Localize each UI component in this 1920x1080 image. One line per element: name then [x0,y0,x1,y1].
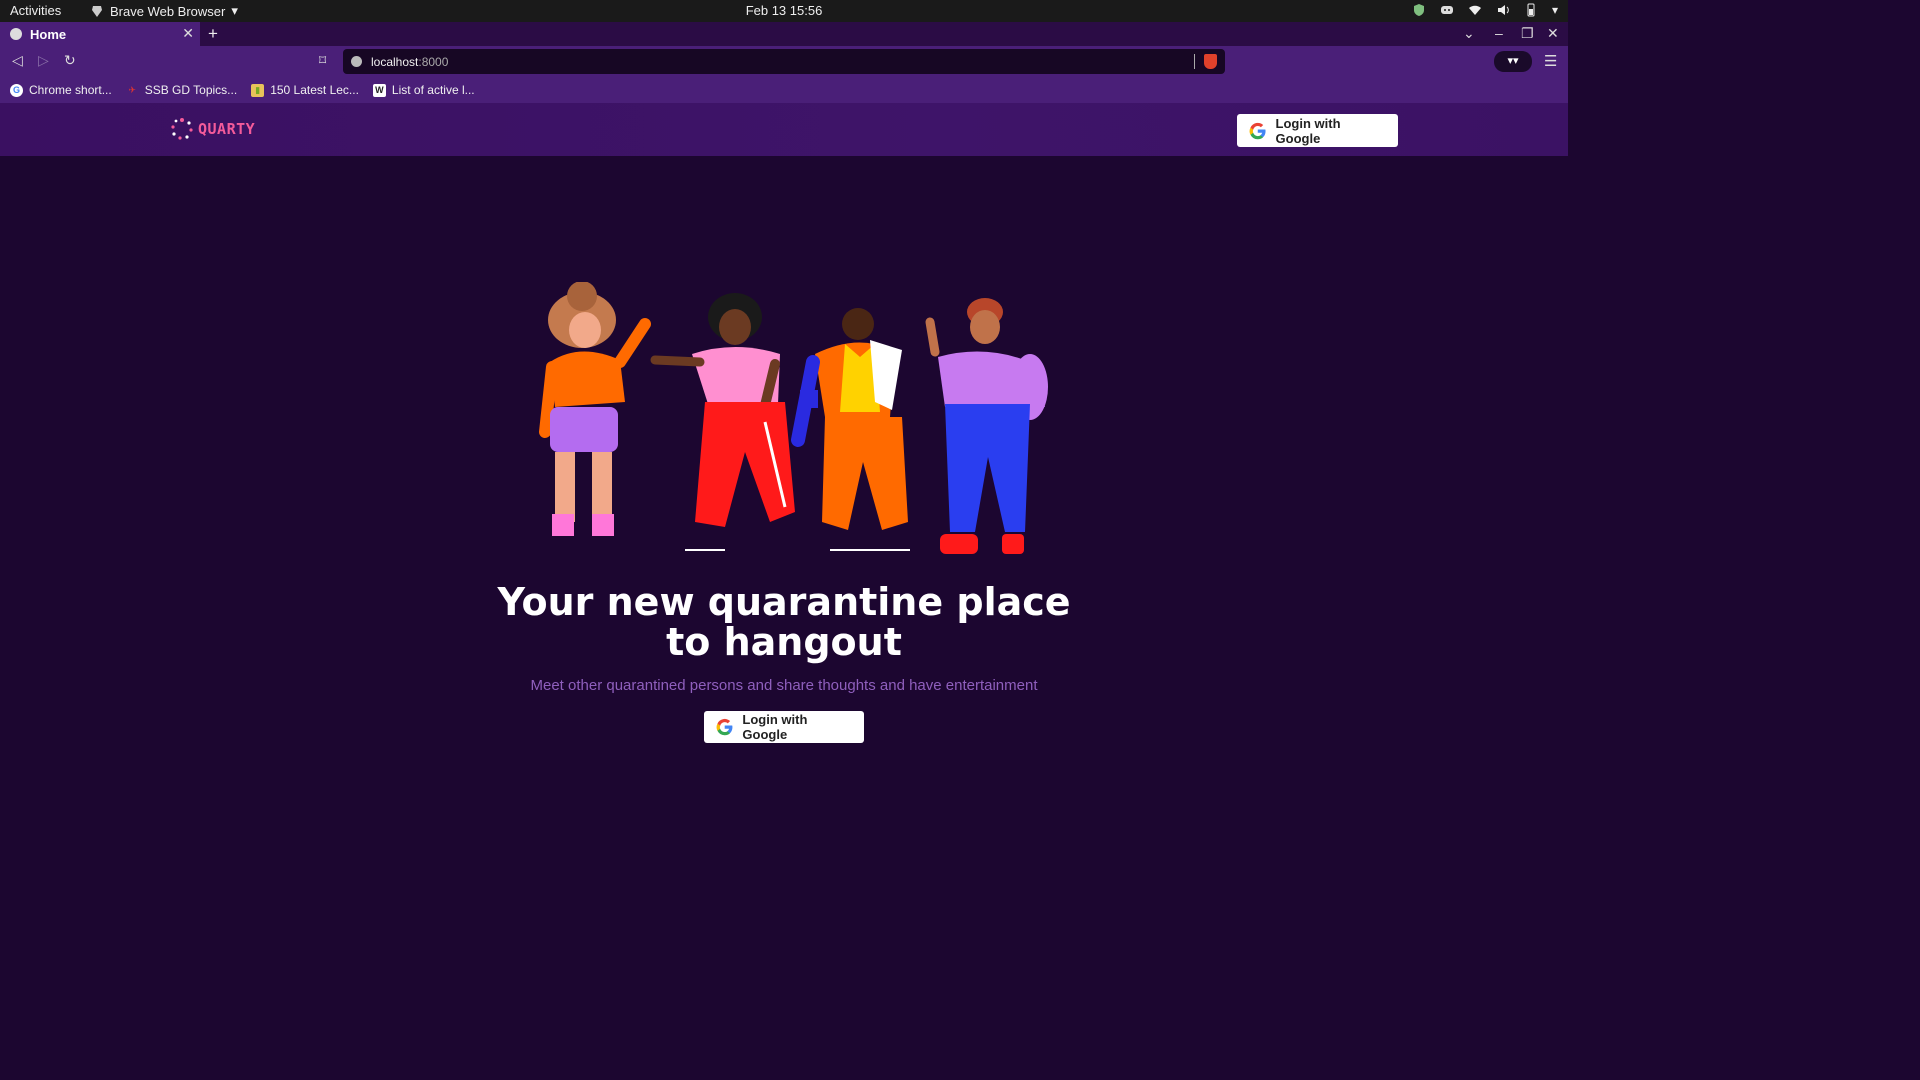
bookmark-label: SSB GD Topics... [144,83,238,97]
divider [1194,54,1195,69]
app-menu[interactable]: Brave Web Browser ▾ [90,3,238,19]
lecture-icon: ▮ [251,83,265,97]
bookmark-label: List of active l... [391,83,475,97]
person-1-illustration [539,282,651,536]
google-g-icon [1249,122,1266,139]
browser-toolbar: ◁ ▷ ↻ ⌑ localhost:8000 ▾▾ ☰ [0,46,1568,77]
new-tab-button[interactable]: + [208,24,218,44]
forward-icon[interactable]: ▷ [38,52,49,69]
tab-search-icon[interactable]: ⌄ [1463,25,1475,42]
close-icon[interactable]: ✕ [182,25,194,42]
login-label: Login with Google [742,712,808,742]
url-host: localhost [371,54,419,69]
bookmark-item[interactable]: W List of active l... [372,83,475,97]
logo-ring-icon [171,118,193,140]
wikipedia-icon: W [372,83,386,97]
os-top-bar: Activities Brave Web Browser ▾ Feb 13 15… [0,0,1568,22]
bookmark-item[interactable]: ✈ SSB GD Topics... [126,83,237,97]
site-header: QUARTY Login with Google [0,103,1568,156]
window-close-icon[interactable]: ✕ [1547,25,1559,42]
restore-icon[interactable]: ❐ [1521,25,1534,42]
header-login-button[interactable]: Login with Google [1237,114,1398,147]
tab-strip: Home ✕ + ⌄ – ❐ ✕ [0,22,1568,46]
brave-shields-icon[interactable] [1204,54,1217,69]
bookmarks-bar: G Chrome short... ✈ SSB GD Topics... ▮ 1… [0,77,1568,103]
reload-icon[interactable]: ↻ [64,52,76,69]
person-4-illustration [925,298,1048,554]
volume-icon[interactable] [1496,3,1510,17]
bookmark-item[interactable]: G Chrome short... [10,83,112,97]
url-port: :8000 [418,54,449,69]
system-tray[interactable]: ▾ [1412,3,1558,17]
battery-icon[interactable] [1524,3,1538,17]
shield-tray-icon[interactable] [1412,3,1426,17]
hero-illustration [539,282,1048,554]
back-icon[interactable]: ◁ [12,52,23,69]
hero-login-button[interactable]: Login with Google [704,711,864,743]
menu-icon[interactable]: ☰ [1544,52,1557,70]
discord-icon[interactable] [1440,3,1454,17]
google-icon: G [10,83,23,97]
bookmark-icon[interactable]: ⌑ [319,52,326,69]
login-label: Login with Google [1275,115,1341,146]
person-3-illustration [791,308,910,551]
app-name: Brave Web Browser [110,3,226,19]
wifi-icon[interactable] [1468,3,1482,17]
site-info-icon[interactable] [351,56,362,67]
bookmark-item[interactable]: ▮ 150 Latest Lec... [251,83,359,97]
hero-title-line-1: Your new quarantine place [497,580,1071,624]
minimize-icon[interactable]: – [1495,25,1503,41]
hero-subtitle: Meet other quarantined persons and share… [530,677,1038,694]
tab-home[interactable]: Home ✕ [0,22,200,46]
address-bar[interactable]: localhost:8000 [343,49,1225,74]
bookmark-label: Chrome short... [29,83,112,97]
globe-icon [10,28,22,40]
tab-title: Home [30,26,67,42]
caret-down-icon: ▾ [231,3,238,18]
activities-button[interactable]: Activities [10,3,61,18]
wallet-icon[interactable]: ▾▾ [1494,51,1532,72]
site-logo[interactable]: QUARTY [170,117,255,141]
google-g-icon [716,718,733,736]
brave-lion-icon [92,6,102,17]
logo-text: QUARTY [198,120,256,138]
bookmark-label: 150 Latest Lec... [270,83,359,97]
hero-title: Your new quarantine place to hangout [384,582,1184,662]
person-2-illustration [650,293,795,551]
tray-caret-icon[interactable]: ▾ [1552,3,1558,17]
ssb-icon: ✈ [128,84,136,95]
hero-title-line-2: to hangout [666,620,902,664]
